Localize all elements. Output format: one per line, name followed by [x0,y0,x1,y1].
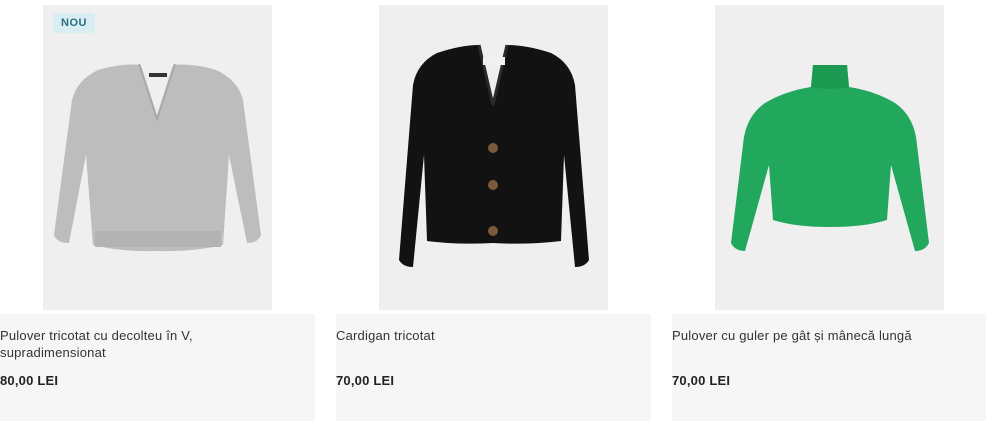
product-image-area[interactable]: NOU [0,0,315,314]
product-card[interactable]: Pulover cu guler pe gât și mânecă lungă … [672,0,986,421]
black-cardigan-icon [399,44,589,267]
product-image[interactable] [715,5,944,310]
product-price: 80,00 LEI [0,373,59,388]
product-info: Pulover tricotat cu decolteu în V, supra… [0,314,315,421]
grey-v-neck-sweater-icon [54,63,261,252]
product-image-area[interactable] [672,0,986,314]
new-badge: NOU [53,13,95,33]
product-grid: NOU Pulover tricotat cu decolteu în V, s… [0,0,986,421]
product-image[interactable]: NOU [43,5,272,310]
product-price: 70,00 LEI [672,373,731,388]
product-price: 70,00 LEI [336,373,395,388]
green-turtleneck-sweater-icon [731,65,929,251]
product-title[interactable]: Pulover cu guler pe gât și mânecă lungă [672,327,972,344]
product-title[interactable]: Cardigan tricotat [336,327,636,344]
product-image-area[interactable] [336,0,651,314]
product-info: Pulover cu guler pe gât și mânecă lungă … [672,314,986,421]
product-card[interactable]: Cardigan tricotat 70,00 LEI [336,0,651,421]
product-info: Cardigan tricotat 70,00 LEI [336,314,651,421]
product-image[interactable] [379,5,608,310]
product-card[interactable]: NOU Pulover tricotat cu decolteu în V, s… [0,0,315,421]
product-title[interactable]: Pulover tricotat cu decolteu în V, supra… [0,327,300,361]
